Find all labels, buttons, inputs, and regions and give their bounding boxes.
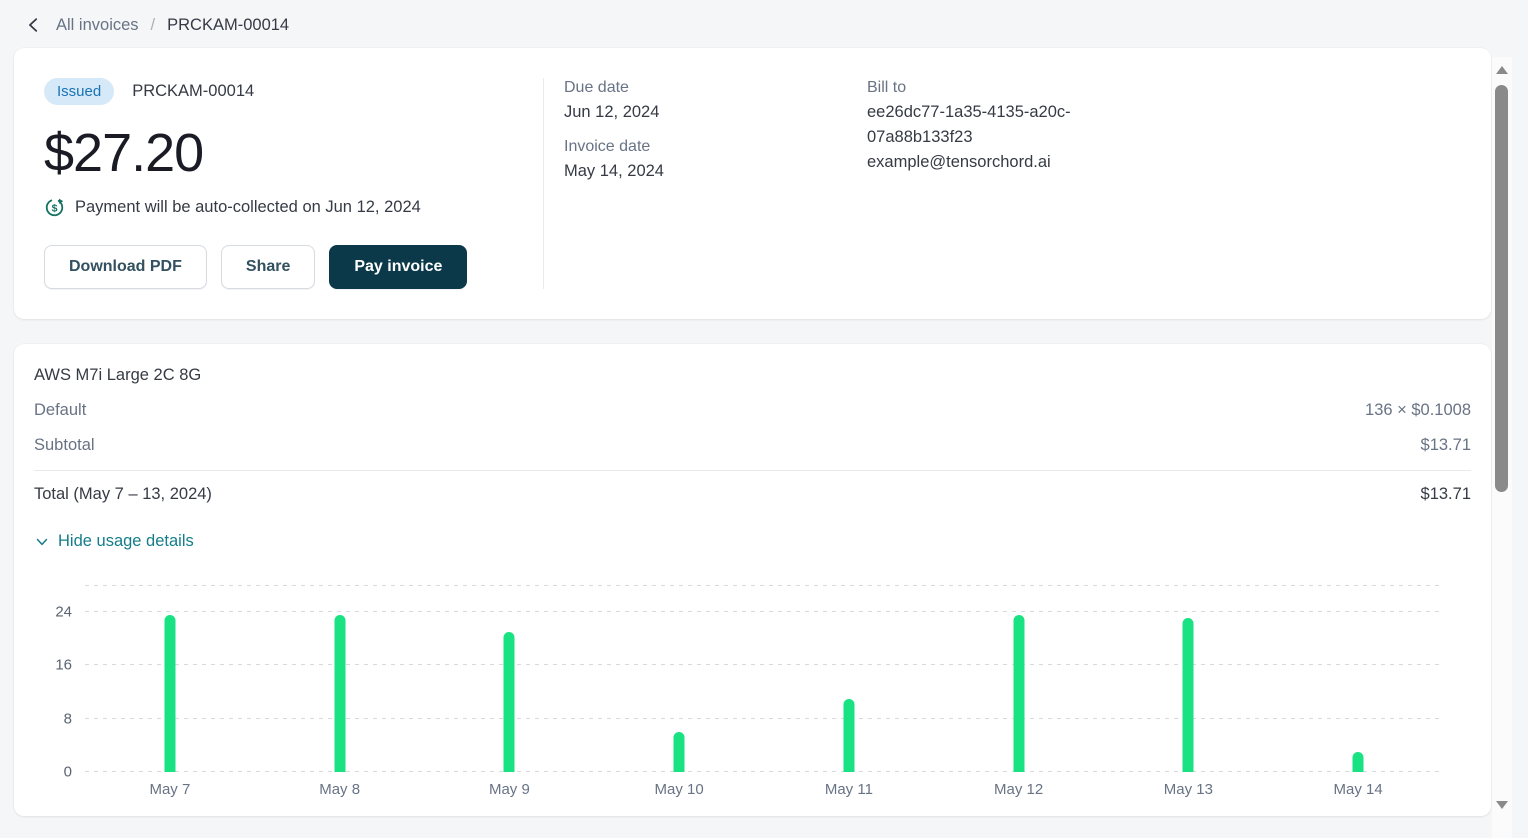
line-items-card: AWS M7i Large 2C 8G Default 136 × $0.100… <box>14 344 1491 816</box>
chart-y-tick-label: 8 <box>64 711 72 726</box>
breadcrumb-link-all-invoices[interactable]: All invoices <box>56 16 139 35</box>
chevron-down-icon <box>34 534 50 550</box>
chart-x-tick-label: May 13 <box>1164 781 1213 798</box>
invoice-date-value: May 14, 2024 <box>564 159 867 183</box>
chart-gridline <box>85 718 1443 719</box>
download-pdf-button[interactable]: Download PDF <box>44 245 207 289</box>
usage-bar <box>1353 752 1364 772</box>
usage-bar <box>674 732 685 772</box>
usage-chart: 081624May 7May 8May 9May 10May 11May 12M… <box>34 585 1471 772</box>
breadcrumb: All invoices / PRCKAM-00014 <box>0 0 1528 48</box>
usage-bar <box>164 615 175 772</box>
chart-x-tick-label: May 7 <box>149 781 190 798</box>
scroll-up-arrow[interactable] <box>1496 66 1508 74</box>
bill-to-label: Bill to <box>867 78 1097 98</box>
scrollbar-thumb[interactable] <box>1495 85 1508 492</box>
chart-x-tick-label: May 14 <box>1334 781 1383 798</box>
chart-y-tick-label: 24 <box>55 604 72 619</box>
chart-gridline <box>85 771 1443 772</box>
auto-collect-icon: $ <box>44 197 65 218</box>
usage-chart-plot: 081624May 7May 8May 9May 10May 11May 12M… <box>85 585 1443 772</box>
bill-to-id: ee26dc77-1a35-4135-a20c-07a88b133f23 <box>867 100 1097 150</box>
invoice-number: PRCKAM-00014 <box>132 82 254 101</box>
status-badge: Issued <box>44 78 114 105</box>
due-date-label: Due date <box>564 78 867 98</box>
chart-x-tick-label: May 9 <box>489 781 530 798</box>
usage-details-toggle[interactable]: Hide usage details <box>34 532 194 551</box>
total-value: $13.71 <box>1421 485 1471 504</box>
chevron-left-icon <box>25 16 43 34</box>
total-label: Total (May 7 – 13, 2024) <box>34 485 212 504</box>
chart-x-tick-label: May 12 <box>994 781 1043 798</box>
due-date-value: Jun 12, 2024 <box>564 100 867 124</box>
breadcrumb-current: PRCKAM-00014 <box>167 16 289 35</box>
chart-y-tick-label: 0 <box>64 765 72 780</box>
subtotal-value: $13.71 <box>1421 436 1471 455</box>
bill-to-email: example@tensorchord.ai <box>867 150 1097 175</box>
usage-details-label: Hide usage details <box>58 532 194 551</box>
chart-y-tick-label: 16 <box>55 658 72 673</box>
invoice-meta: Due date Jun 12, 2024 Invoice date May 1… <box>543 78 1461 289</box>
chart-gridline <box>85 611 1443 612</box>
invoice-summary-card: Issued PRCKAM-00014 $27.20 $ Payment wil… <box>14 48 1491 319</box>
usage-bar <box>843 699 854 772</box>
chart-x-tick-label: May 11 <box>825 781 873 798</box>
subtotal-label: Subtotal <box>34 436 95 455</box>
share-button[interactable]: Share <box>221 245 315 289</box>
line-item-label: Default <box>34 401 86 420</box>
invoice-summary-left: Issued PRCKAM-00014 $27.20 $ Payment wil… <box>44 78 543 289</box>
usage-bar <box>504 632 515 772</box>
line-item-row-subtotal: Subtotal $13.71 <box>34 436 1471 455</box>
usage-bar <box>1183 618 1194 772</box>
auto-collect-note: Payment will be auto-collected on Jun 12… <box>75 198 421 217</box>
items-divider <box>34 470 1471 471</box>
product-name: AWS M7i Large 2C 8G <box>34 366 1471 385</box>
scrollbar[interactable] <box>1492 57 1512 838</box>
pay-invoice-button[interactable]: Pay invoice <box>329 245 467 289</box>
line-item-value: 136 × $0.1008 <box>1365 401 1471 420</box>
usage-bar <box>334 615 345 772</box>
line-item-row-default: Default 136 × $0.1008 <box>34 401 1471 420</box>
chart-gridline <box>85 664 1443 665</box>
scroll-down-arrow[interactable] <box>1496 801 1508 809</box>
invoice-date-label: Invoice date <box>564 137 867 157</box>
svg-text:$: $ <box>52 202 58 214</box>
breadcrumb-separator: / <box>151 16 156 35</box>
chart-x-tick-label: May 8 <box>319 781 360 798</box>
total-row: Total (May 7 – 13, 2024) $13.71 <box>34 485 1471 504</box>
back-button[interactable] <box>22 13 46 37</box>
usage-bar <box>1013 615 1024 772</box>
invoice-amount: $27.20 <box>44 124 543 182</box>
chart-x-tick-label: May 10 <box>655 781 704 798</box>
